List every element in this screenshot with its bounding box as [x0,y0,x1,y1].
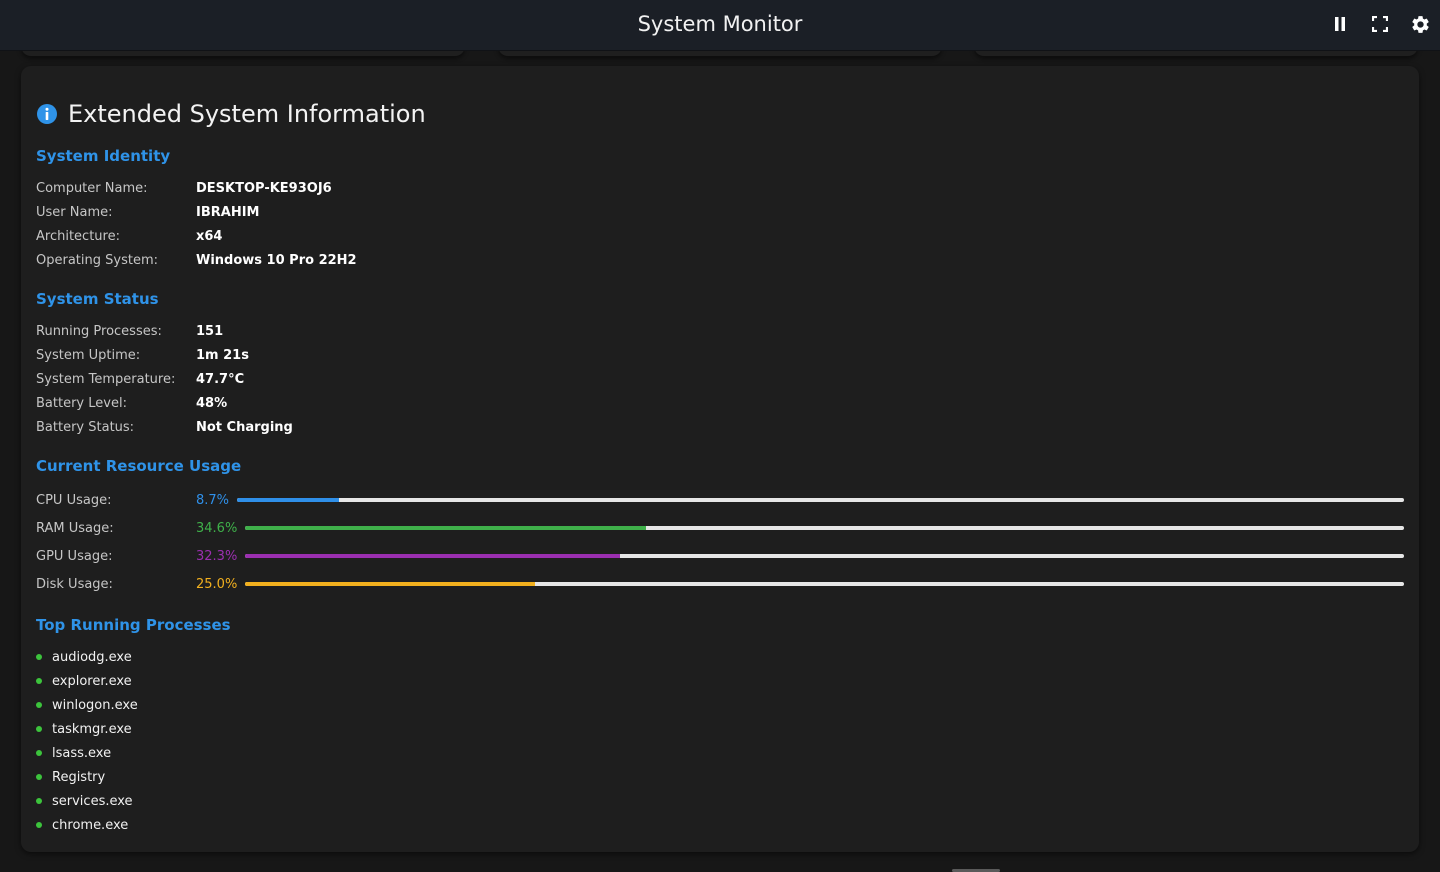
process-name: winlogon.exe [52,697,138,713]
status-dot-icon [36,654,42,660]
usage-row-disk: Disk Usage: 25.0% [36,572,1404,596]
usage-progress-fill [237,498,339,502]
process-name: audiodg.exe [52,649,132,665]
usage-value: 8.7% [196,492,230,508]
status-row-uptime: System Uptime: 1m 21s [36,343,249,367]
identity-row-operating-system: Operating System: Windows 10 Pro 22H2 [36,248,357,272]
identity-label: User Name: [36,204,113,220]
identity-label: Computer Name: [36,180,148,196]
usage-label: CPU Usage: [36,492,112,508]
pause-icon[interactable] [1329,13,1351,35]
identity-row-user-name: User Name: IBRAHIM [36,200,259,224]
status-label: Battery Level: [36,395,127,411]
status-value: 47.7°C [196,371,245,387]
process-list-item: chrome.exe [36,814,128,836]
usage-row-ram: RAM Usage: 34.6% [36,516,1404,540]
status-dot-icon [36,702,42,708]
usage-label: GPU Usage: [36,548,113,564]
usage-row-gpu: GPU Usage: 32.3% [36,544,1404,568]
status-dot-icon [36,678,42,684]
identity-row-architecture: Architecture: x64 [36,224,222,248]
usage-value: 34.6% [196,520,238,536]
panel-header: Extended System Information [36,99,426,129]
status-dot-icon [36,726,42,732]
status-value: 48% [196,395,228,411]
process-name: Registry [52,769,106,785]
process-list-item: explorer.exe [36,670,132,692]
status-value: 151 [196,323,224,339]
process-list-item: taskmgr.exe [36,718,132,740]
identity-value: Windows 10 Pro 22H2 [196,252,357,268]
status-row-battery-level: Battery Level: 48% [36,391,227,415]
process-list-item: lsass.exe [36,742,111,764]
process-name: taskmgr.exe [52,721,132,737]
process-list-item: audiodg.exe [36,646,132,668]
status-label: Battery Status: [36,419,135,435]
usage-progress-bar [245,554,1404,558]
usage-progress-fill [245,582,535,586]
usage-row-cpu: CPU Usage: 8.7% [36,488,1404,512]
status-row-battery-status: Battery Status: Not Charging [36,415,293,439]
extended-info-panel: Extended System Information System Ident… [21,66,1419,852]
section-title-status: System Status [36,290,159,308]
usage-progress-bar [237,498,1404,502]
process-name: chrome.exe [52,817,129,833]
identity-label: Architecture: [36,228,120,244]
process-list-item: winlogon.exe [36,694,138,716]
title-bar: System Monitor [0,0,1440,51]
status-value: 1m 21s [196,347,249,363]
status-row-running-processes: Running Processes: 151 [36,319,223,343]
info-icon [37,104,57,124]
usage-value: 25.0% [196,576,238,592]
process-name: services.exe [52,793,133,809]
usage-label: RAM Usage: [36,520,114,536]
identity-value: IBRAHIM [196,204,260,220]
process-list-item: Registry [36,766,105,788]
process-list-item: services.exe [36,790,133,812]
section-title-usage: Current Resource Usage [36,457,242,475]
section-title-processes: Top Running Processes [36,616,231,634]
status-label: System Temperature: [36,371,176,387]
identity-value: DESKTOP-KE93OJ6 [196,180,332,196]
status-dot-icon [36,822,42,828]
usage-progress-bar [245,582,1404,586]
status-dot-icon [36,774,42,780]
status-label: Running Processes: [36,323,162,339]
process-name: explorer.exe [52,673,132,689]
usage-value: 32.3% [196,548,238,564]
gear-icon[interactable] [1409,13,1431,35]
usage-progress-fill [245,554,620,558]
fullscreen-icon[interactable] [1369,13,1391,35]
usage-progress-fill [245,526,647,530]
identity-label: Operating System: [36,252,158,268]
identity-row-computer-name: Computer Name: DESKTOP-KE93OJ6 [36,176,332,200]
status-dot-icon [36,798,42,804]
identity-value: x64 [196,228,223,244]
status-label: System Uptime: [36,347,141,363]
usage-progress-bar [245,526,1404,530]
usage-label: Disk Usage: [36,576,113,592]
section-title-identity: System Identity [36,147,171,165]
panel-title: Extended System Information [68,100,426,128]
status-value: Not Charging [196,419,293,435]
app-title: System Monitor [637,12,803,36]
status-dot-icon [36,750,42,756]
status-row-temperature: System Temperature: 47.7°C [36,367,244,391]
process-name: lsass.exe [52,745,112,761]
